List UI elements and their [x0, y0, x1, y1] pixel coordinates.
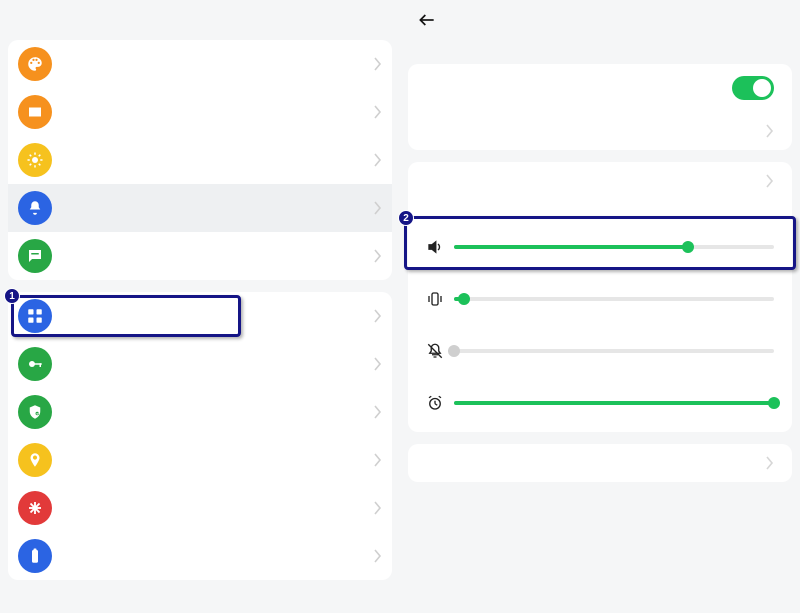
row-sound[interactable] — [8, 184, 392, 232]
row-battery[interactable] — [8, 532, 392, 580]
grid-icon — [18, 299, 52, 333]
chevron-right-icon — [374, 549, 382, 563]
slider-alarm[interactable] — [408, 390, 792, 432]
chevron-right-icon — [374, 501, 382, 515]
slider-media-wrap: 2 — [408, 218, 792, 270]
row-location[interactable] — [8, 436, 392, 484]
row-display[interactable] — [8, 136, 392, 184]
chevron-right-icon — [374, 201, 382, 215]
slider-label — [408, 374, 792, 390]
row-wallpapers[interactable] — [8, 40, 392, 88]
card-general — [408, 64, 792, 150]
chevron-right-icon — [374, 309, 382, 323]
chevron-right-icon — [374, 57, 382, 71]
bell-icon — [18, 191, 52, 225]
row-password[interactable] — [8, 340, 392, 388]
row-ringtone-pick[interactable] — [408, 444, 792, 482]
slider-track[interactable] — [454, 245, 774, 249]
palette-icon — [18, 47, 52, 81]
asterisk-icon — [18, 491, 52, 525]
vibrate-icon — [426, 290, 444, 308]
slider-label — [408, 322, 792, 338]
chevron-right-icon — [374, 357, 382, 371]
chevron-right-icon — [766, 456, 774, 470]
slider-notifications[interactable] — [408, 338, 792, 374]
pin-icon — [18, 443, 52, 477]
row-notifications[interactable] — [8, 232, 392, 280]
chat-icon — [18, 239, 52, 273]
chevron-right-icon — [766, 174, 774, 188]
highlight-badge-2: 2 — [398, 210, 414, 226]
slider-ringtone[interactable] — [408, 286, 792, 322]
card-ringtone — [408, 444, 792, 482]
row-dnd[interactable] — [408, 112, 792, 150]
slider-label — [408, 218, 792, 234]
settings-group-display — [8, 40, 392, 280]
chevron-right-icon — [374, 405, 382, 419]
card-sound-mode: 2 — [408, 162, 792, 432]
settings-group-apps: 1 — [8, 292, 392, 580]
speaker-icon — [426, 238, 444, 256]
sun-icon — [18, 143, 52, 177]
slider-track[interactable] — [454, 297, 774, 301]
slider-media[interactable] — [408, 234, 792, 270]
battery-icon — [18, 539, 52, 573]
slider-label — [408, 270, 792, 286]
key-icon — [18, 347, 52, 381]
chevron-right-icon — [374, 105, 382, 119]
row-sound-mode[interactable] — [408, 162, 792, 200]
chevron-right-icon — [374, 453, 382, 467]
sound-pane: 2 — [400, 0, 800, 613]
highlight-badge-1: 1 — [4, 288, 20, 304]
slider-track[interactable] — [454, 349, 774, 353]
shield-icon — [18, 395, 52, 429]
home-icon — [18, 95, 52, 129]
settings-pane: 1 — [0, 0, 400, 613]
back-button[interactable] — [416, 9, 438, 31]
bell-off-icon — [426, 342, 444, 360]
sound-header — [400, 0, 800, 40]
clock-icon — [426, 394, 444, 412]
row-vibrate-on-ring[interactable] — [408, 64, 792, 112]
row-privacy[interactable] — [8, 388, 392, 436]
row-home-lock[interactable] — [8, 88, 392, 136]
slider-track[interactable] — [454, 401, 774, 405]
chevron-right-icon — [374, 249, 382, 263]
row-apps[interactable]: 1 — [8, 292, 392, 340]
row-safety[interactable] — [8, 484, 392, 532]
chevron-right-icon — [766, 124, 774, 138]
chevron-right-icon — [374, 153, 382, 167]
settings-header — [0, 0, 400, 40]
toggle-vibrate[interactable] — [732, 76, 774, 100]
